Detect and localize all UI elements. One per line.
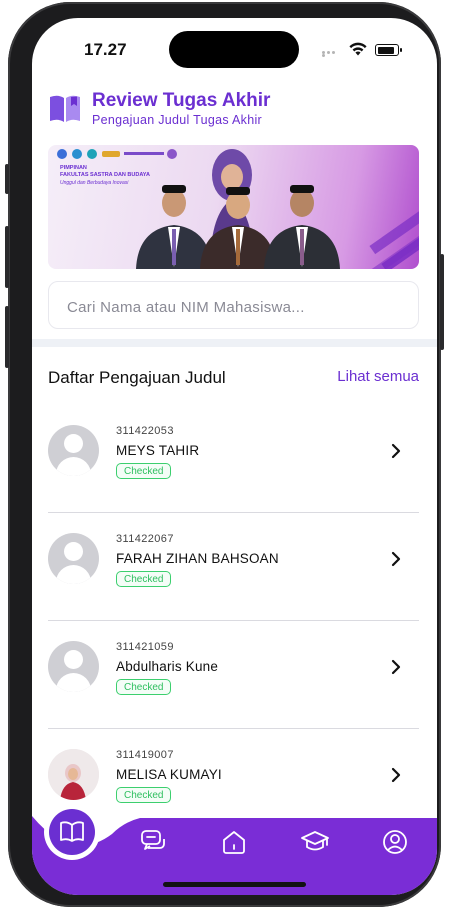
chevron-right-icon[interactable] bbox=[391, 659, 401, 675]
battery-icon bbox=[375, 44, 402, 56]
chat-icon[interactable] bbox=[139, 828, 169, 856]
banner-tagline: Unggul dan Berbudaya Inovasi bbox=[60, 180, 129, 186]
volume-down-button bbox=[5, 306, 9, 368]
chevron-right-icon[interactable] bbox=[391, 551, 401, 567]
status-badge: Checked bbox=[116, 571, 172, 587]
signal-dots-icon bbox=[322, 51, 340, 57]
profile-icon[interactable] bbox=[381, 828, 409, 856]
list-item[interactable]: 311422053 MEYS TAHIR Checked bbox=[48, 405, 419, 513]
home-indicator[interactable] bbox=[163, 882, 306, 887]
app-screen: 17.27 Review Tugas Akhir Pengajuan Judul… bbox=[32, 18, 437, 895]
book-open-icon bbox=[60, 821, 84, 842]
search-input[interactable] bbox=[65, 296, 399, 318]
banner-title-line1: PIMPINAN bbox=[60, 165, 87, 171]
home-icon[interactable] bbox=[220, 828, 248, 856]
book-logo-icon bbox=[50, 95, 80, 122]
chevron-right-icon[interactable] bbox=[391, 443, 401, 459]
avatar bbox=[48, 425, 99, 476]
status-bar: 17.27 bbox=[32, 18, 437, 76]
status-time: 17.27 bbox=[84, 40, 127, 59]
student-name: Abdulharis Kune bbox=[116, 659, 219, 674]
phone-frame: 17.27 Review Tugas Akhir Pengajuan Judul… bbox=[5, 2, 444, 907]
volume-up-button bbox=[5, 226, 9, 288]
avatar bbox=[48, 749, 99, 800]
avatar bbox=[48, 533, 99, 584]
student-nim: 311421059 bbox=[116, 641, 174, 653]
student-name: MELISA KUMAYI bbox=[116, 767, 222, 782]
list-item[interactable]: 311422067 FARAH ZIHAN BAHSOAN Checked bbox=[48, 513, 419, 621]
student-nim: 311419007 bbox=[116, 749, 174, 761]
banner-person-photo bbox=[264, 185, 340, 269]
chevron-right-icon[interactable] bbox=[391, 767, 401, 783]
mute-switch bbox=[5, 164, 9, 194]
search-box[interactable] bbox=[48, 281, 419, 329]
status-badge: Checked bbox=[116, 679, 172, 695]
student-name: FARAH ZIHAN BAHSOAN bbox=[116, 551, 279, 566]
leadership-banner: PIMPINAN FAKULTAS SASTRA DAN BUDAYA Ungg… bbox=[48, 145, 419, 269]
status-badge: Checked bbox=[116, 787, 172, 803]
student-nim: 311422053 bbox=[116, 425, 174, 437]
power-button bbox=[440, 254, 444, 350]
wifi-icon bbox=[349, 42, 367, 56]
list-item[interactable]: 311421059 Abdulharis Kune Checked bbox=[48, 621, 419, 729]
banner-title: PIMPINAN FAKULTAS SASTRA DAN BUDAYA bbox=[60, 165, 150, 179]
dynamic-island bbox=[169, 31, 299, 68]
student-name: MEYS TAHIR bbox=[116, 443, 200, 458]
institution-logos bbox=[57, 149, 177, 159]
section-divider bbox=[32, 339, 437, 347]
app-title: Review Tugas Akhir bbox=[92, 90, 271, 111]
app-header: Review Tugas Akhir Pengajuan Judul Tugas… bbox=[48, 90, 428, 130]
student-photo bbox=[48, 749, 99, 800]
banner-title-line2: FAKULTAS SASTRA DAN BUDAYA bbox=[60, 172, 150, 178]
section-title: Daftar Pengajuan Judul bbox=[48, 368, 226, 387]
student-nim: 311422067 bbox=[116, 533, 174, 545]
avatar bbox=[48, 641, 99, 692]
nav-book-button[interactable] bbox=[49, 809, 95, 855]
status-badge: Checked bbox=[116, 463, 172, 479]
see-all-link[interactable]: Lihat semua bbox=[337, 368, 419, 385]
app-subtitle: Pengajuan Judul Tugas Akhir bbox=[92, 113, 263, 127]
graduation-cap-icon[interactable] bbox=[300, 828, 330, 856]
submission-list: 311422053 MEYS TAHIR Checked 311422067 F… bbox=[48, 405, 419, 836]
